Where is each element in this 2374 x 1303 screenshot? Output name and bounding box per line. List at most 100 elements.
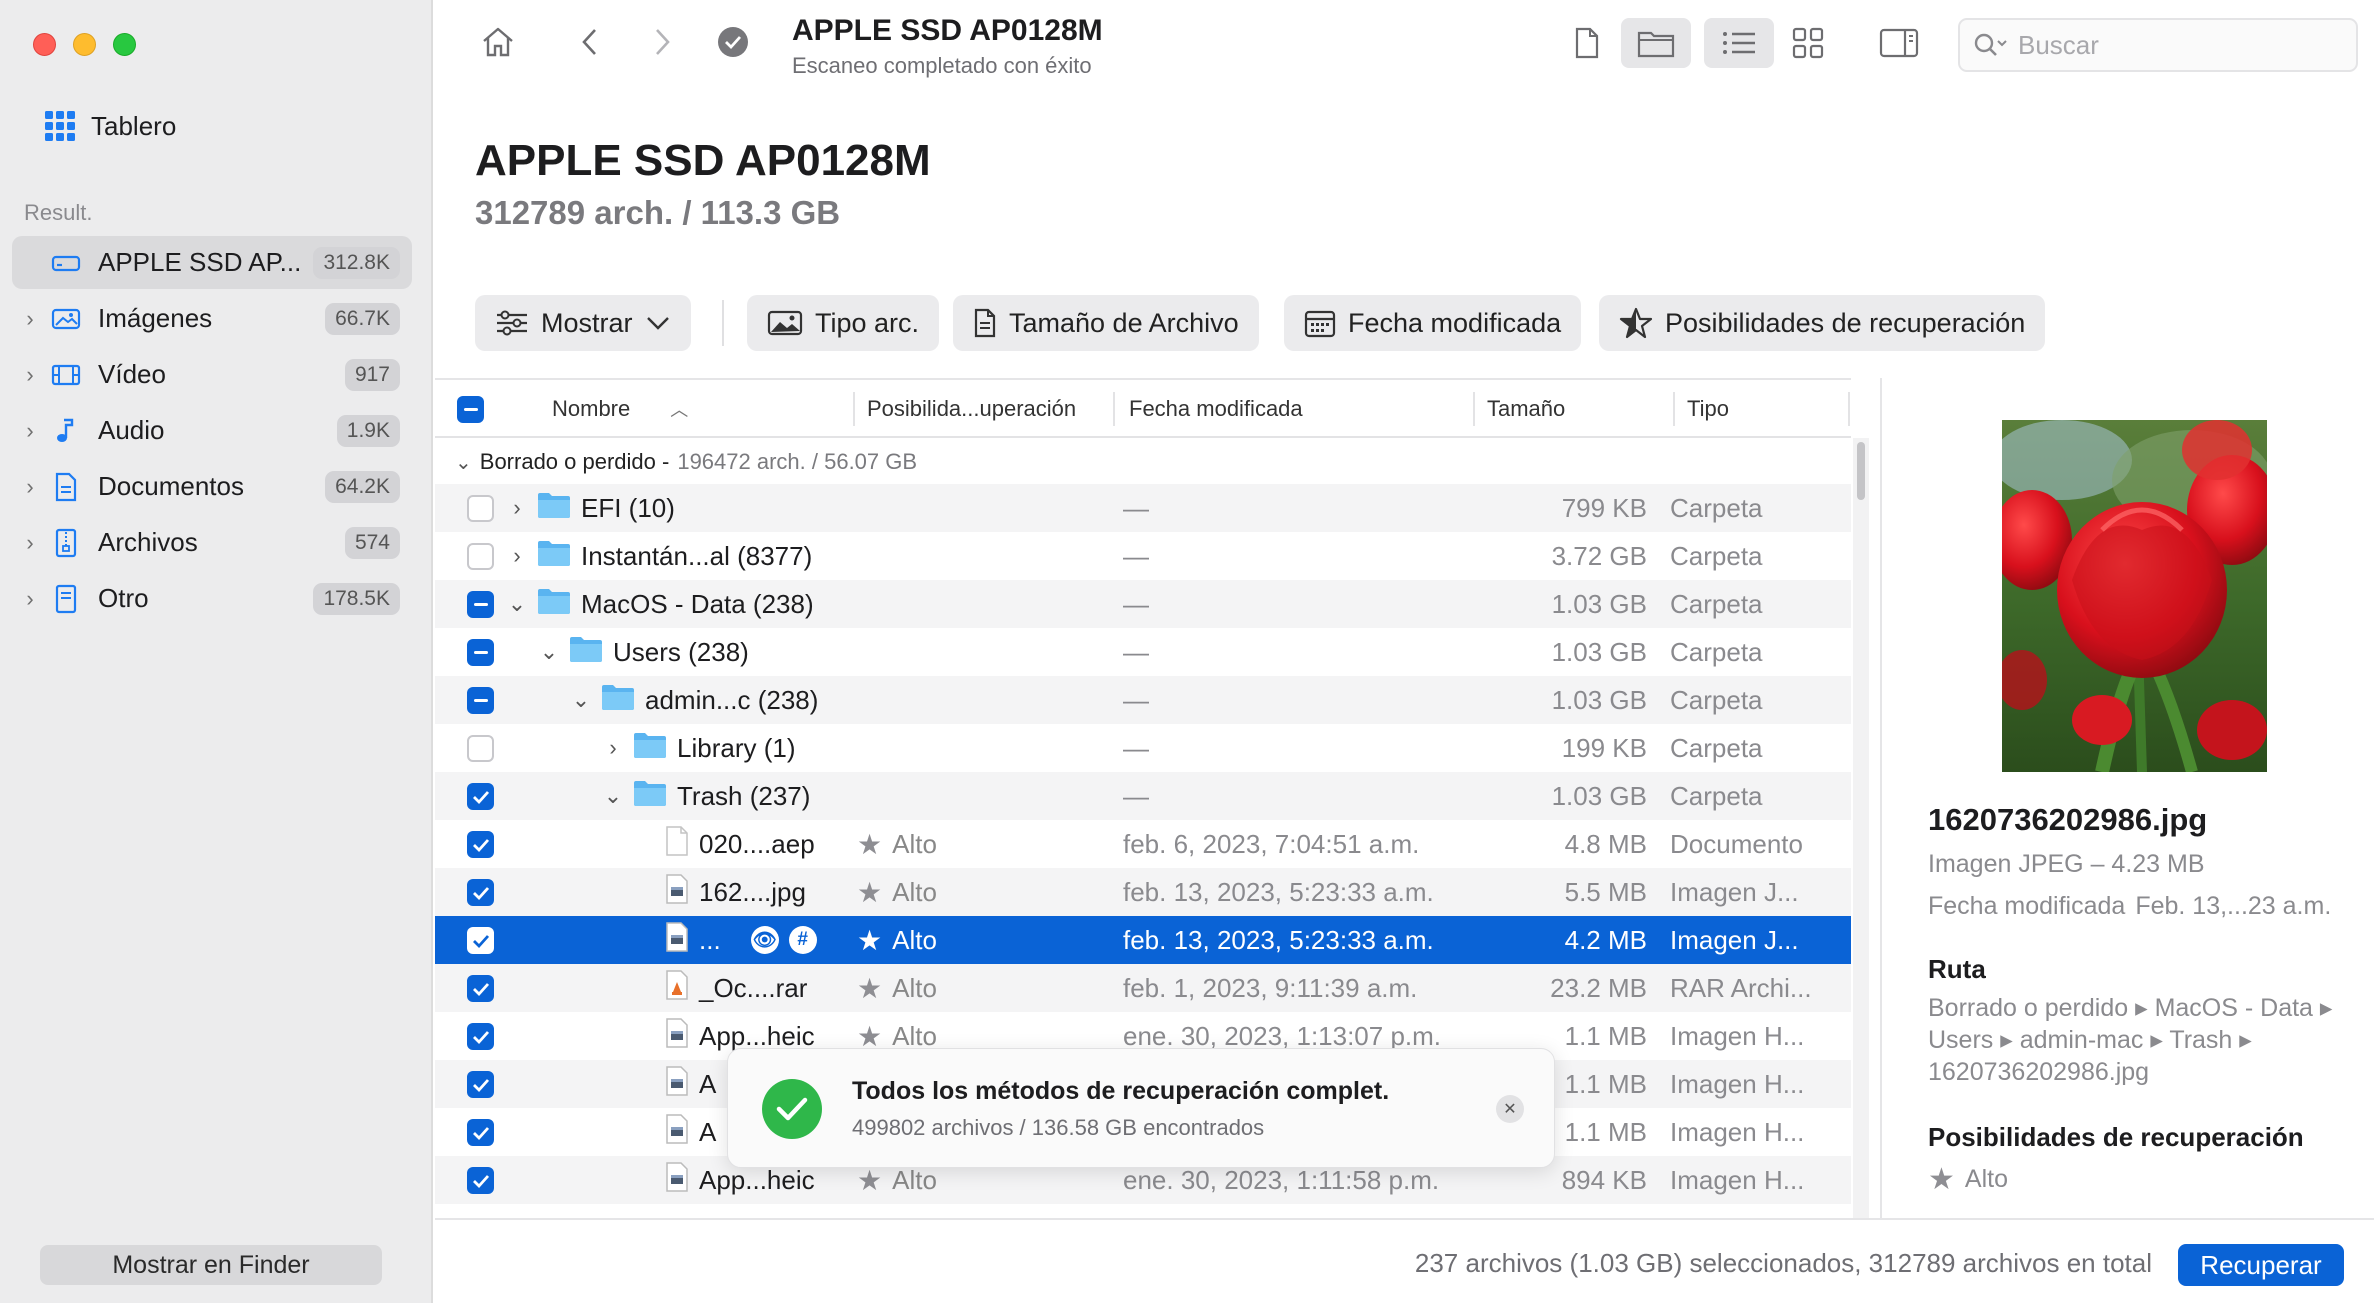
item-count-badge: 574 [344,526,400,559]
recovery-chances-filter[interactable]: Posibilidades de recuperación [1599,295,2046,351]
table-row[interactable]: ⌄ MacOS - Data (238) — 1.03 GB Carpeta [435,580,1851,628]
sidebar-item-other[interactable]: › Otro 178.5K [12,572,412,625]
name-cell: 162....jpg [635,868,806,916]
table-row[interactable]: › Library (1) — 199 KB Carpeta [435,724,1851,772]
date-cell: — [1123,636,1149,667]
folder-view-button[interactable] [1621,18,1691,68]
date-cell: feb. 6, 2023, 7:04:51 a.m. [1123,828,1420,859]
toggle-preview-panel-button[interactable] [1864,18,1934,68]
sidebar-item-archives[interactable]: › Archivos 574 [12,516,412,569]
table-row[interactable]: ... 👁 # ★ Alto feb. 13, 2023, 5:23:33 a.m. 4.2… [435,916,1851,964]
chevron-down-icon[interactable]: ⌄ [603,783,623,809]
table-row[interactable]: 020....aep ★ Alto feb. 6, 2023, 7:04:51 a.m… [435,820,1851,868]
table-row[interactable]: 162....jpg ★ Alto feb. 13, 2023, 5:23:33 a.… [435,868,1851,916]
item-count-badge: 1.9K [336,414,400,447]
zoom-window-button[interactable] [113,33,136,56]
group-header-deleted-lost[interactable]: ⌄ Borrado o perdido - 196472 arch. / 56.… [435,440,1851,484]
sidebar-item-label: Documentos [98,471,244,501]
chevron-down-icon[interactable]: ⌄ [507,591,527,617]
table-row[interactable]: _Oc....rar ★ Alto feb. 1, 2023, 9:11:39 a.m… [435,964,1851,1012]
chevron-right-icon[interactable]: › [603,735,623,761]
hex-view-icon[interactable]: # [788,926,817,954]
preview-chances-value: Alto [1964,1165,2008,1193]
table-row[interactable]: ⌄ Trash (237) — 1.03 GB Carpeta [435,772,1851,820]
row-checkbox[interactable] [467,687,494,714]
chevron-right-icon[interactable]: › [12,586,48,612]
chevron-down-icon[interactable]: ⌄ [571,687,591,713]
row-checkbox[interactable] [467,1167,494,1194]
row-checkbox[interactable] [467,735,494,762]
row-checkbox[interactable] [467,639,494,666]
file-view-button[interactable] [1552,18,1622,68]
home-icon[interactable] [478,22,518,62]
list-view-button[interactable] [1704,18,1774,68]
close-window-button[interactable] [33,33,56,56]
row-checkbox[interactable] [467,879,494,906]
grid-view-button[interactable] [1773,18,1843,68]
chevron-down-icon[interactable]: ⌄ [455,450,472,475]
column-header-size[interactable]: Tamaño [1477,380,1565,438]
sidebar-item-documents[interactable]: › Documentos 64.2K [12,460,412,513]
close-notification-icon[interactable]: ✕ [1496,1095,1524,1123]
row-checkbox[interactable] [467,927,494,954]
name-cell: ⌄ Trash (237) [603,772,810,820]
sidebar-item-video[interactable]: › Vídeo 917 [12,348,412,401]
chevron-right-icon[interactable]: › [12,362,48,388]
chevron-right-icon[interactable]: › [12,306,48,332]
sidebar-item-dashboard[interactable]: Tablero [45,106,176,146]
back-arrow-icon[interactable] [570,22,610,62]
column-header-name[interactable]: Nombre ︿ [542,380,702,438]
toolbar-subtitle: Escaneo completado con éxito [792,53,1092,78]
row-checkbox[interactable] [467,783,494,810]
vertical-scrollbar[interactable] [1853,438,1869,1218]
sidebar-right-icon [1879,28,1919,58]
column-header-type[interactable]: Tipo [1677,380,1729,438]
search-field[interactable] [1958,18,2358,72]
row-checkbox[interactable] [467,543,494,570]
select-all-checkbox[interactable] [457,396,484,423]
row-checkbox[interactable] [467,831,494,858]
table-row[interactable]: › Instantán...al (8377) — 3.72 GB Carpeta [435,532,1851,580]
minimize-window-button[interactable] [73,33,96,56]
scrollbar-thumb[interactable] [1857,442,1865,500]
chevron-right-icon[interactable]: › [507,495,527,521]
type-cell: Documento [1670,828,1803,859]
table-row[interactable]: › EFI (10) — 799 KB Carpeta [435,484,1851,532]
preview-filename: 1620736202986.jpg [1928,802,2208,837]
recovery-chance-cell: ★ Alto [857,916,937,964]
quick-look-eye-icon[interactable]: 👁 [750,926,779,954]
recovery-chance-cell: ★ Alto [857,868,937,916]
row-checkbox[interactable] [467,1071,494,1098]
row-checkbox[interactable] [467,975,494,1002]
size-cell: 1.03 GB [1551,588,1647,619]
recover-button[interactable]: Recuperar [2178,1244,2344,1286]
file-type-filter[interactable]: Tipo arc. [747,295,940,351]
file-name: App...heic [699,1164,815,1195]
file-name: EFI (10) [581,492,675,523]
star-icon: ★ [857,828,883,860]
chevron-right-icon[interactable]: › [507,543,527,569]
row-checkbox[interactable] [467,495,494,522]
row-checkbox[interactable] [467,1023,494,1050]
name-cell: _Oc....rar [635,964,807,1012]
search-input[interactable] [2018,29,2318,61]
show-in-finder-button[interactable]: Mostrar en Finder [40,1245,382,1285]
date-modified-filter[interactable]: Fecha modificada [1284,295,1582,351]
sidebar-item-images[interactable]: › Imágenes 66.7K [12,292,412,345]
show-filter-dropdown[interactable]: Mostrar [475,295,691,351]
sidebar-item-drive[interactable]: APPLE SSD AP... 312.8K [12,236,412,289]
file-size-filter[interactable]: Tamaño de Archivo [953,295,1259,351]
row-checkbox[interactable] [467,591,494,618]
recovery-chances-filter-label: Posibilidades de recuperación [1665,307,2026,338]
chevron-down-icon[interactable]: ⌄ [539,639,559,665]
row-checkbox[interactable] [467,1119,494,1146]
chevron-right-icon[interactable]: › [12,474,48,500]
table-row[interactable]: ⌄ Users (238) — 1.03 GB Carpeta [435,628,1851,676]
forward-arrow-icon[interactable] [642,22,682,62]
table-row[interactable]: ⌄ admin...c (238) — 1.03 GB Carpeta [435,676,1851,724]
chevron-right-icon[interactable]: › [12,530,48,556]
sidebar-item-audio[interactable]: › Audio 1.9K [12,404,412,457]
column-header-date[interactable]: Fecha modificada [1119,380,1303,438]
chevron-right-icon[interactable]: › [12,418,48,444]
column-header-chances[interactable]: Posibilida...uperación [857,380,1076,438]
